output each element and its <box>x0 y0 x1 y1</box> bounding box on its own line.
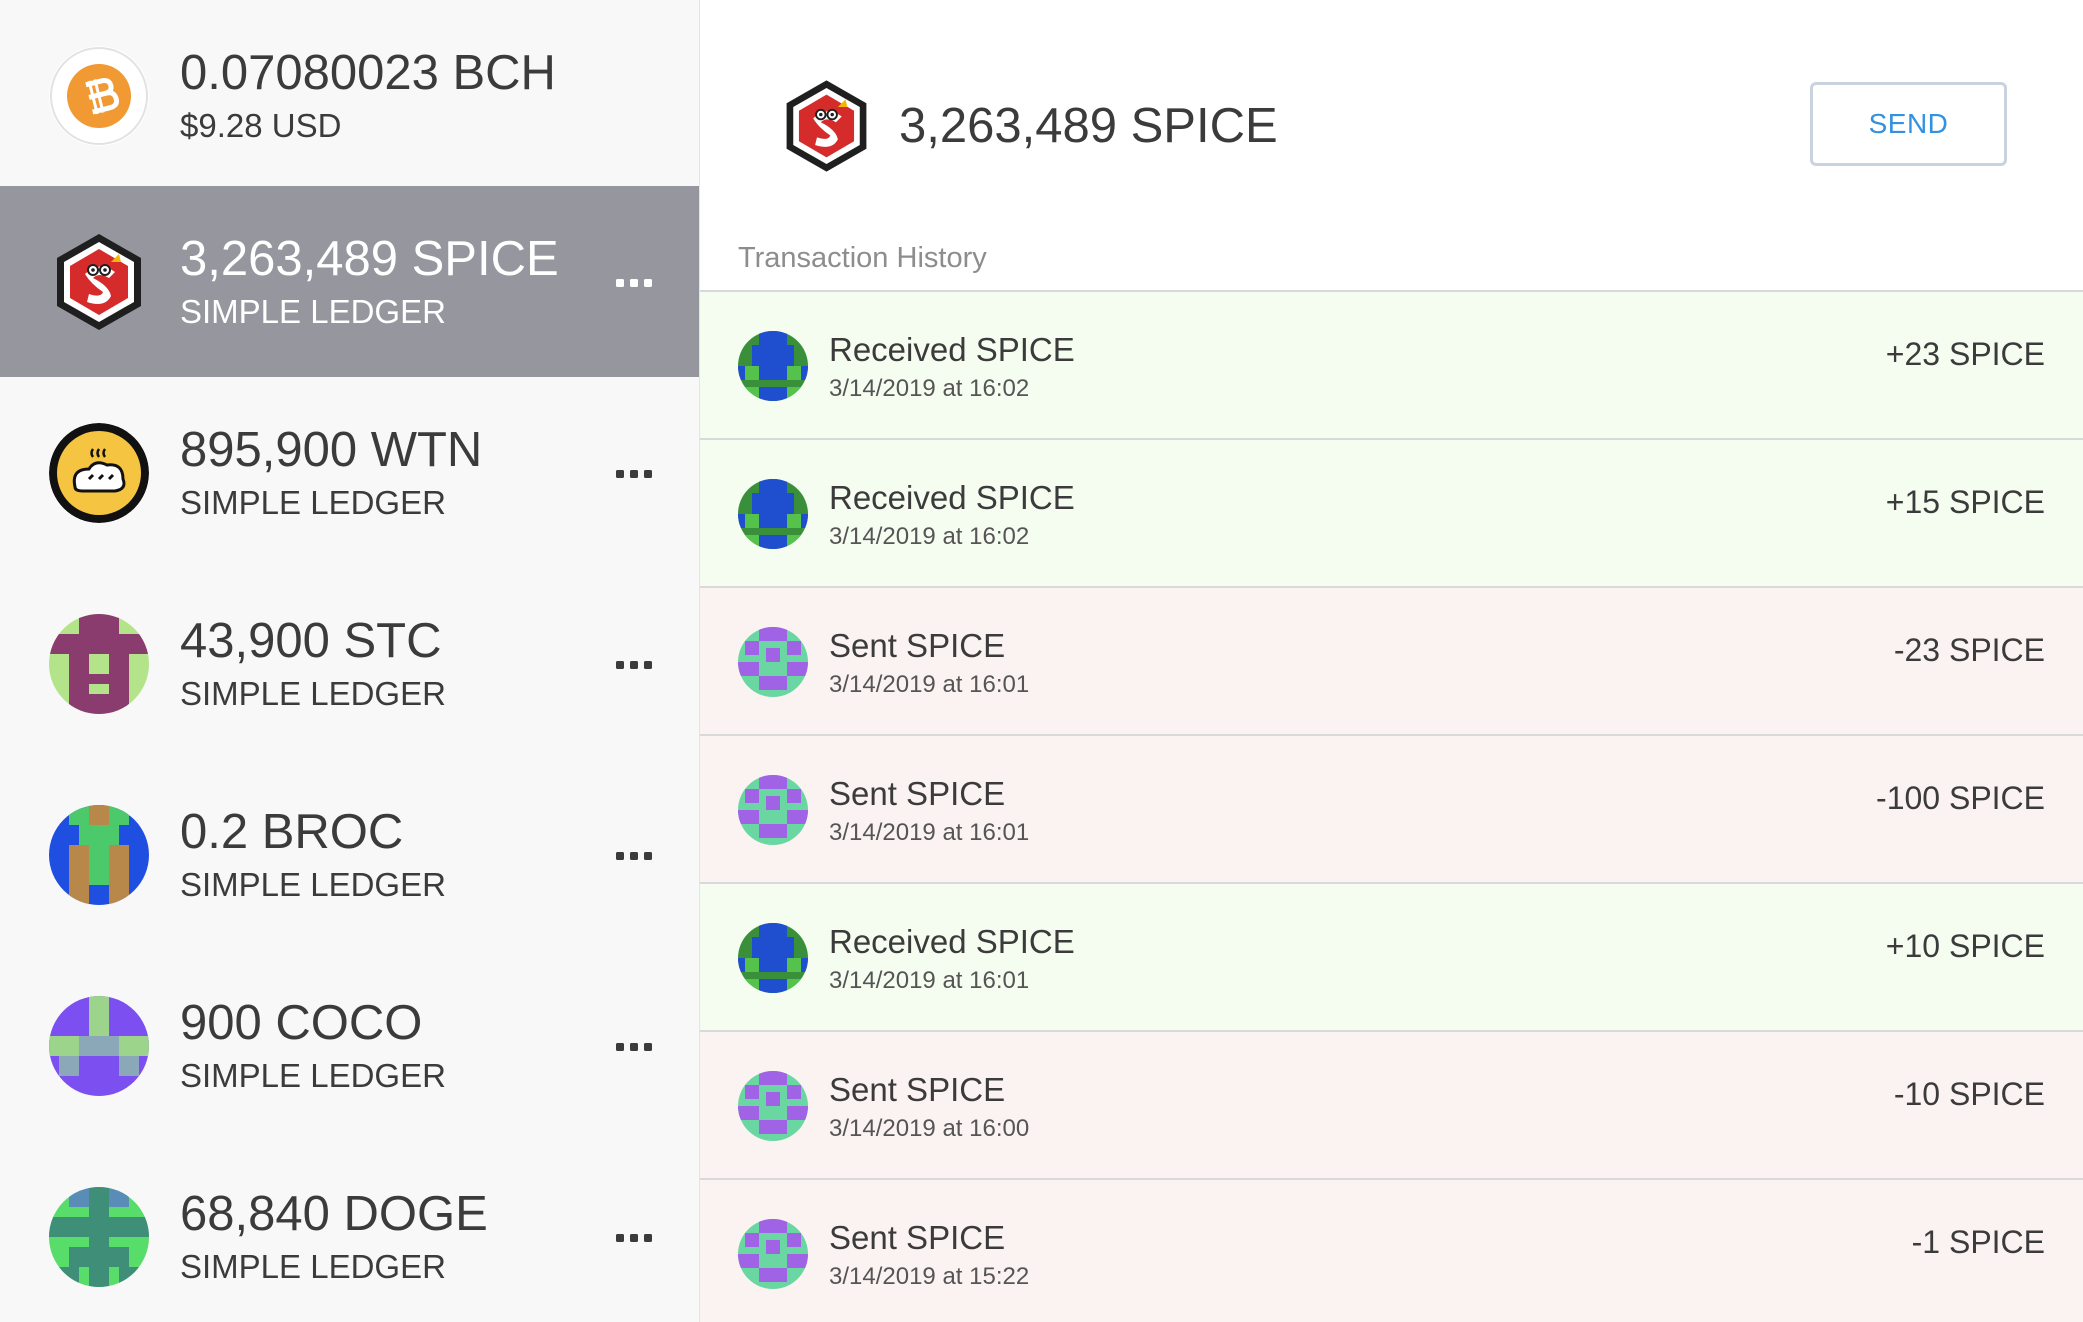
doge-identicon <box>49 1187 149 1287</box>
stc-identicon <box>49 614 149 714</box>
transaction-row[interactable]: Sent SPICE 3/14/2019 at 16:01 -100 SPICE <box>700 736 2083 884</box>
transaction-row[interactable]: Sent SPICE 3/14/2019 at 16:00 -10 SPICE <box>700 1032 2083 1180</box>
transaction-row[interactable]: Received SPICE 3/14/2019 at 16:02 +15 SP… <box>700 440 2083 588</box>
more-dots-icon <box>616 660 652 670</box>
wallet-amount: 0.07080023 BCH <box>180 46 556 100</box>
transaction-row[interactable]: Received SPICE 3/14/2019 at 16:01 +10 SP… <box>700 884 2083 1032</box>
recipient-avatar-icon <box>738 775 808 845</box>
wallet-amount: 895,900 WTN <box>180 423 483 477</box>
wallet-row-doge[interactable]: 68,840 DOGE SIMPLE LEDGER <box>0 1141 699 1322</box>
transaction-timestamp: 3/14/2019 at 16:00 <box>829 1115 1030 1142</box>
transaction-amount: -1 SPICE <box>1911 1224 2045 1260</box>
wallet-ledger-label: SIMPLE LEDGER <box>180 866 446 903</box>
wallet-row-bch[interactable]: 0.07080023 BCH $9.28 USD <box>0 0 699 191</box>
transaction-list: Received SPICE 3/14/2019 at 16:02 +23 SP… <box>700 290 2083 1322</box>
transaction-title: Received SPICE <box>829 331 1075 368</box>
spice-token-icon <box>779 75 874 177</box>
sender-avatar-icon <box>738 923 808 993</box>
broc-identicon <box>49 805 149 905</box>
transaction-title: Sent SPICE <box>829 1071 1006 1108</box>
sender-avatar-icon <box>738 479 808 549</box>
more-options-button[interactable] <box>612 650 656 680</box>
more-options-button[interactable] <box>612 268 656 298</box>
transaction-amount: +23 SPICE <box>1885 336 2045 372</box>
more-dots-icon <box>616 1042 652 1052</box>
wallet-row-stc[interactable]: 43,900 STC SIMPLE LEDGER <box>0 568 699 759</box>
transaction-title: Sent SPICE <box>829 1219 1006 1256</box>
page-title: 3,263,489 SPICE <box>899 99 1278 153</box>
more-dots-icon <box>616 279 652 287</box>
transaction-amount: +10 SPICE <box>1885 928 2045 964</box>
wallet-amount: 0.2 BROC <box>180 805 404 859</box>
wallet-app: 0.07080023 BCH $9.28 USD 3,263,489 SPICE… <box>0 0 2083 1322</box>
more-options-button[interactable] <box>612 459 656 489</box>
wallet-row-coco[interactable]: 900 COCO SIMPLE LEDGER <box>0 950 699 1141</box>
transaction-title: Sent SPICE <box>829 627 1006 664</box>
transaction-timestamp: 3/14/2019 at 16:01 <box>829 671 1030 698</box>
wallet-amount: 900 COCO <box>180 996 423 1050</box>
transaction-history-heading: Transaction History <box>738 242 987 274</box>
transaction-timestamp: 3/14/2019 at 16:01 <box>829 967 1030 994</box>
wallet-ledger-label: SIMPLE LEDGER <box>180 675 446 712</box>
wallet-fiat-value: $9.28 USD <box>180 107 342 144</box>
more-dots-icon <box>616 1233 652 1243</box>
wallet-row-wtn[interactable]: 895,900 WTN SIMPLE LEDGER <box>0 377 699 568</box>
spice-token-icon <box>49 232 149 332</box>
transaction-amount: -23 SPICE <box>1893 632 2045 668</box>
wallet-ledger-label: SIMPLE LEDGER <box>180 293 446 330</box>
more-options-button[interactable] <box>612 1223 656 1253</box>
transaction-timestamp: 3/14/2019 at 16:01 <box>829 819 1030 846</box>
recipient-avatar-icon <box>738 627 808 697</box>
wallet-amount: 3,263,489 SPICE <box>180 232 559 286</box>
wallet-ledger-label: SIMPLE LEDGER <box>180 1248 446 1285</box>
transaction-title: Received SPICE <box>829 923 1075 960</box>
coco-identicon <box>49 996 149 1096</box>
transaction-row[interactable]: Received SPICE 3/14/2019 at 16:02 +23 SP… <box>700 292 2083 440</box>
recipient-avatar-icon <box>738 1071 808 1141</box>
transaction-timestamp: 3/14/2019 at 15:22 <box>829 1263 1030 1290</box>
transaction-row[interactable]: Sent SPICE 3/14/2019 at 15:22 -1 SPICE <box>700 1180 2083 1322</box>
more-dots-icon <box>616 851 652 861</box>
send-button[interactable]: SEND <box>1810 82 2007 166</box>
more-options-button[interactable] <box>612 841 656 871</box>
wallet-sidebar: 0.07080023 BCH $9.28 USD 3,263,489 SPICE… <box>0 0 700 1322</box>
wallet-detail-panel: 3,263,489 SPICE SEND Transaction History… <box>700 0 2083 1322</box>
recipient-avatar-icon <box>738 1219 808 1289</box>
bitcoin-cash-icon <box>49 46 149 146</box>
more-options-button[interactable] <box>612 1032 656 1062</box>
wallet-row-broc[interactable]: 0.2 BROC SIMPLE LEDGER <box>0 759 699 950</box>
transaction-row[interactable]: Sent SPICE 3/14/2019 at 16:01 -23 SPICE <box>700 588 2083 736</box>
transaction-timestamp: 3/14/2019 at 16:02 <box>829 375 1030 402</box>
transaction-title: Received SPICE <box>829 479 1075 516</box>
more-dots-icon <box>616 469 652 479</box>
sender-avatar-icon <box>738 331 808 401</box>
transaction-title: Sent SPICE <box>829 775 1006 812</box>
transaction-timestamp: 3/14/2019 at 16:02 <box>829 523 1030 550</box>
wallet-ledger-label: SIMPLE LEDGER <box>180 484 446 521</box>
wallet-ledger-label: SIMPLE LEDGER <box>180 1057 446 1094</box>
wallet-amount: 68,840 DOGE <box>180 1187 488 1241</box>
wallet-amount: 43,900 STC <box>180 614 442 668</box>
transaction-amount: -10 SPICE <box>1893 1076 2045 1112</box>
wallet-row-spice[interactable]: 3,263,489 SPICE SIMPLE LEDGER <box>0 186 699 377</box>
transaction-amount: -100 SPICE <box>1876 780 2045 816</box>
wtn-bread-icon <box>49 423 149 523</box>
transaction-amount: +15 SPICE <box>1885 484 2045 520</box>
